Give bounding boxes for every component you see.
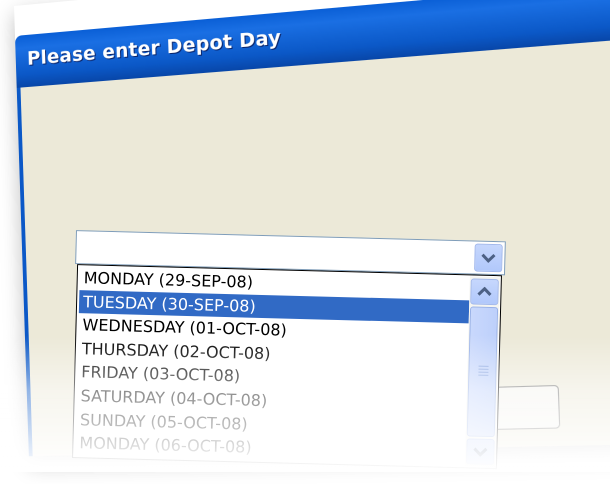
depot-day-list[interactable]: MONDAY (29-SEP-08) TUESDAY (30-SEP-08) WED… [72, 264, 502, 470]
chevron-down-icon [481, 253, 496, 263]
stage: Please enter Depot Day MONDAY (29-SEP-08… [0, 0, 610, 472]
thumb-grip [478, 374, 489, 376]
thumb-grip [478, 371, 489, 373]
scrollbar[interactable] [464, 276, 500, 468]
thumb-grip [478, 365, 489, 367]
chevron-down-icon [473, 447, 488, 457]
thumb-grip [478, 368, 489, 370]
scroll-thumb[interactable] [466, 306, 499, 438]
scroll-down-button[interactable] [466, 438, 495, 466]
scroll-up-button[interactable] [470, 278, 499, 306]
option-list: MONDAY (29-SEP-08) TUESDAY (30-SEP-08) WED… [75, 266, 470, 465]
combo-dropdown-button[interactable] [474, 243, 503, 273]
chevron-up-icon [477, 286, 492, 296]
